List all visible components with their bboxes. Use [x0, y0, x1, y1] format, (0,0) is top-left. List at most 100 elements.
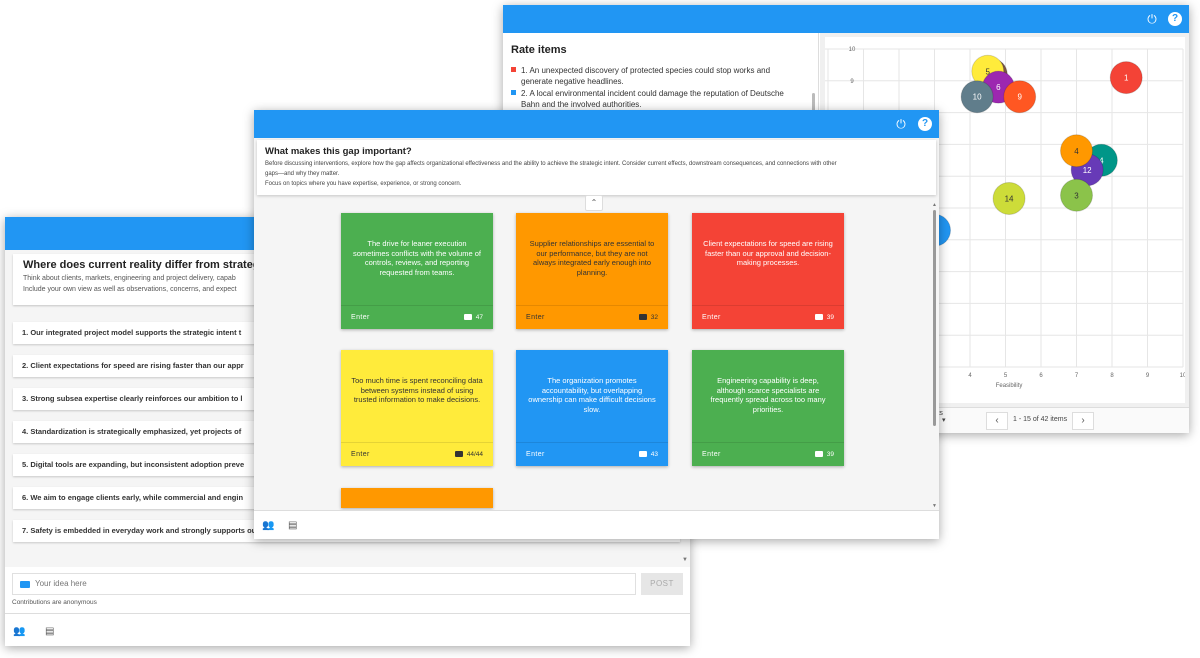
card-footer: Enter 47 — [341, 305, 493, 329]
gap-topbar: ⏻ ? — [254, 110, 939, 138]
prev-page-button[interactable]: ‹ — [986, 412, 1008, 430]
comment-count-value: 43 — [650, 451, 658, 458]
comment-count[interactable]: 44/44 — [454, 451, 483, 458]
gap-window: ⏻ ? What makes this gap important? Befor… — [254, 110, 939, 539]
card-footer: Enter 39 — [692, 442, 844, 466]
help-icon[interactable]: ? — [918, 117, 932, 131]
comment-icon — [814, 451, 823, 457]
reality-subtitle: Include your own view as well as observa… — [23, 286, 237, 293]
scatter-point[interactable]: 3 — [1060, 178, 1093, 212]
scrollbar-thumb[interactable] — [933, 210, 936, 426]
collapse-header-button[interactable]: ⌃ — [585, 195, 603, 211]
card-footer: Enter 39 — [692, 305, 844, 329]
chat-icon[interactable]: ▤ — [288, 520, 297, 531]
people-icon[interactable]: 👥 — [13, 626, 25, 637]
bottom-toolbar: 👥 ▤ — [5, 613, 690, 646]
scatter-point[interactable]: 4 — [1060, 134, 1093, 168]
red-square-icon — [511, 67, 516, 72]
card-text: Engineering capability is deep, although… — [710, 376, 826, 414]
anonymous-note: Contributions are anonymous — [12, 599, 97, 606]
idea-card[interactable]: Client expectations for speed are rising… — [692, 213, 844, 329]
next-page-button[interactable]: › — [1072, 412, 1094, 430]
reality-subtitle: Think about clients, markets, engineerin… — [23, 275, 236, 282]
pager-text: 1 - 15 of 42 items — [1013, 416, 1068, 423]
idea-card[interactable]: Too much time is spent reconciling data … — [341, 350, 493, 466]
idea-card[interactable]: The organization promotes accountability… — [516, 350, 668, 466]
point-label: 6 — [996, 83, 1001, 92]
comment-count[interactable]: 32 — [638, 314, 658, 321]
card-footer: Enter 43 — [516, 442, 668, 466]
card-enter-button[interactable]: Enter — [526, 314, 545, 321]
comment-icon — [454, 451, 463, 457]
comment-count[interactable]: 39 — [814, 451, 834, 458]
power-icon[interactable]: ⏻ — [894, 117, 908, 131]
people-icon[interactable]: 👥 — [262, 520, 274, 531]
x-tick-label: 10 — [1180, 373, 1185, 379]
x-tick-label: 6 — [1039, 373, 1043, 379]
scatter-point[interactable]: 9 — [1003, 80, 1037, 114]
x-tick-label: 4 — [968, 373, 972, 379]
page-size-dropdown[interactable]: ▾ — [942, 412, 954, 430]
scatter-point[interactable]: 14 — [992, 181, 1026, 215]
point-label: 10 — [973, 93, 982, 102]
card-enter-button[interactable]: Enter — [351, 451, 370, 458]
page-title: Where does current reality differ from s… — [23, 259, 269, 271]
rate-items-title: Rate items — [511, 44, 567, 56]
scroll-down-icon[interactable]: ▼ — [682, 557, 688, 567]
scatter-point[interactable]: 10 — [960, 80, 994, 114]
x-axis-label: Feasibility — [996, 383, 1023, 389]
comment-icon — [814, 314, 823, 320]
scatter-point[interactable]: 1 — [1109, 61, 1143, 95]
point-label: 3 — [1074, 191, 1079, 200]
gap-description: Focus on topics where you have expertise… — [265, 181, 462, 187]
card-text: Supplier relationships are essential to … — [529, 239, 655, 277]
idea-card[interactable]: The drive for leaner execution sometimes… — [341, 213, 493, 329]
y-tick-label: 10 — [849, 47, 856, 53]
x-tick-label: 8 — [1110, 373, 1114, 379]
card-enter-button[interactable]: Enter — [702, 451, 721, 458]
comment-count-value: 32 — [650, 314, 658, 321]
scroll-up-icon[interactable]: ▲ — [932, 202, 937, 208]
scroll-down-icon[interactable]: ▼ — [932, 503, 937, 509]
card-text: Client expectations for speed are rising… — [703, 239, 833, 267]
gap-description: Before discussing interventions, explore… — [265, 161, 837, 167]
comment-icon — [638, 451, 647, 457]
comment-count-value: 39 — [826, 451, 834, 458]
card-enter-button[interactable]: Enter — [351, 314, 370, 321]
card-text: Too much time is spent reconciling data … — [351, 376, 483, 404]
card-footer: Enter 44/44 — [341, 442, 493, 466]
idea-placeholder: Your idea here — [35, 579, 87, 588]
card-text: The drive for leaner execution sometimes… — [353, 239, 481, 277]
comment-count[interactable]: 39 — [814, 314, 834, 321]
page-title: What makes this gap important? — [265, 146, 412, 157]
gap-header: What makes this gap important? Before di… — [257, 140, 936, 195]
card-enter-button[interactable]: Enter — [702, 314, 721, 321]
rate-item[interactable]: 2. A local environmental incident could … — [511, 88, 801, 110]
comment-count-value: 39 — [826, 314, 834, 321]
card-footer: Enter 32 — [516, 305, 668, 329]
power-icon[interactable]: ⏻ — [1145, 12, 1159, 26]
idea-card[interactable]: Engineering capability is deep, although… — [692, 350, 844, 466]
comment-count[interactable]: 43 — [638, 451, 658, 458]
card-enter-button[interactable]: Enter — [526, 451, 545, 458]
gap-description: gaps—and why they matter. — [265, 171, 340, 177]
comment-count[interactable]: 47 — [463, 314, 483, 321]
post-button[interactable]: POST — [641, 573, 683, 595]
idea-input[interactable]: Your idea here — [12, 573, 636, 595]
idea-card[interactable] — [341, 488, 493, 508]
point-label: 12 — [1083, 166, 1092, 175]
comment-count-value: 44/44 — [466, 451, 483, 458]
card-text: The organization promotes accountability… — [528, 376, 656, 414]
help-icon[interactable]: ? — [1168, 12, 1182, 26]
keyboard-icon — [20, 581, 30, 588]
blue-square-icon — [511, 90, 516, 95]
y-tick-label: 9 — [850, 79, 854, 85]
chat-icon[interactable]: ▤ — [45, 626, 54, 637]
rate-item[interactable]: 1. An unexpected discovery of protected … — [511, 65, 801, 87]
bottom-toolbar: 👥 ▤ — [254, 510, 939, 539]
point-label: 9 — [1017, 93, 1022, 102]
idea-card[interactable]: Supplier relationships are essential to … — [516, 213, 668, 329]
point-label: 1 — [1124, 74, 1129, 83]
comment-count-value: 47 — [475, 314, 483, 321]
x-tick-label: 5 — [1004, 373, 1008, 379]
